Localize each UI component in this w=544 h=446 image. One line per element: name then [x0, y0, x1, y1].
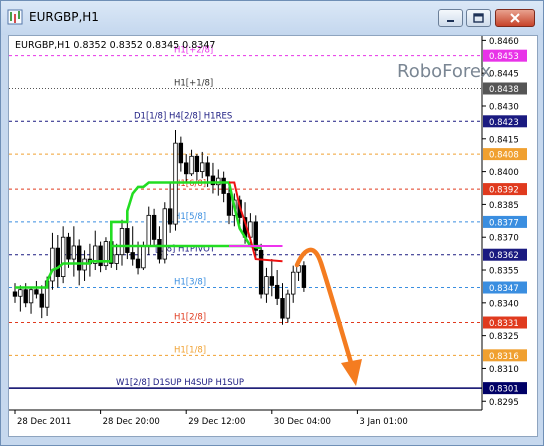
candle-body	[183, 162, 189, 175]
candle-body	[194, 155, 200, 173]
candle-body	[66, 236, 71, 260]
candle-body	[130, 252, 135, 260]
chart-app-icon	[7, 9, 23, 25]
candle-body	[18, 289, 23, 297]
level-label: D1[1/8] H4[2/8] H1RES	[134, 111, 232, 121]
candle-body	[39, 293, 44, 308]
price-tick-label: 0.8385	[489, 201, 519, 211]
candle-body	[264, 276, 269, 295]
candle-body	[71, 245, 77, 260]
candle-body	[77, 245, 82, 271]
restore-button[interactable]	[466, 9, 491, 27]
candle-body	[205, 162, 210, 177]
price-level-value: 0.8408	[489, 151, 519, 161]
candle-body	[301, 265, 307, 288]
candle-body	[258, 249, 264, 295]
candle-body	[50, 247, 55, 282]
price-level-value: 0.8301	[489, 385, 519, 395]
candle-body	[125, 228, 130, 253]
price-tick-label: 0.8445	[489, 70, 519, 80]
candle-body	[114, 254, 119, 264]
price-level-value: 0.8423	[489, 118, 519, 128]
window-title: EURGBP,H1	[29, 10, 99, 24]
candle-body	[60, 236, 66, 277]
level-label: H1[1/8]	[174, 345, 206, 355]
price-tick-label: 0.8415	[489, 135, 519, 145]
price-level-value: 0.8453	[489, 52, 519, 62]
candle-body	[151, 214, 157, 240]
price-tick-label: 0.8460	[489, 37, 519, 47]
level-label: H1[3/8]	[174, 278, 206, 288]
price-tick-label: 0.8430	[489, 102, 519, 112]
candle-body	[221, 177, 226, 194]
candle-body	[167, 208, 173, 225]
time-tick-label: 30 Dec 04:00	[274, 417, 331, 427]
title-bar[interactable]: EURGBP,H1	[1, 1, 543, 35]
time-tick-label: 28 Dec 2011	[17, 417, 71, 427]
candle-body	[189, 155, 194, 175]
candle-body	[98, 245, 103, 267]
candle-body	[119, 228, 125, 256]
watermark: RoboForex	[397, 61, 492, 82]
price-level-value: 0.8316	[489, 352, 519, 362]
candle-body	[141, 245, 146, 269]
price-tick-label: 0.8325	[489, 332, 519, 342]
close-button[interactable]	[495, 9, 535, 27]
close-icon	[510, 13, 520, 23]
candle-body	[12, 291, 18, 297]
forecast-arrow	[294, 247, 362, 386]
level-label: W1[2/8] D1SUP H4SUP H1SUP	[116, 378, 244, 388]
chart-plot-area[interactable]: 0.8453 H1[+2/8] 0.8438 H1[+1/8] 0.8423 D1[1/8…	[8, 35, 538, 437]
candle-body	[178, 142, 184, 164]
candle-body	[280, 298, 285, 319]
candle-body	[226, 193, 232, 216]
candle-body	[135, 258, 141, 269]
time-tick-label: 29 Dec 12:00	[188, 417, 245, 427]
minimize-button[interactable]	[438, 9, 463, 27]
candle-body	[274, 284, 280, 299]
price-level-value: 0.8392	[489, 186, 519, 196]
price-tick-label: 0.8355	[489, 267, 519, 277]
candle-body	[162, 208, 167, 260]
level-label: H1[+1/8]	[174, 78, 213, 88]
chart-header: EURGBP,H1 0.8352 0.8352 0.8345 0.8347	[15, 40, 215, 51]
candle-body	[146, 214, 151, 247]
time-tick-label: 28 Dec 20:00	[103, 417, 160, 427]
candle-body	[55, 247, 60, 277]
minimize-icon	[447, 20, 454, 22]
price-level-value: 0.8377	[489, 218, 519, 228]
candle-body	[28, 289, 34, 304]
candle-body	[23, 289, 28, 304]
price-level-value: 0.8438	[489, 85, 519, 95]
candle-body	[200, 162, 205, 173]
price-tick-label: 0.8370	[489, 234, 519, 244]
price-tick-label: 0.8340	[489, 299, 519, 309]
restore-icon	[473, 13, 484, 23]
candlestick-chart: 0.8453H1[+2/8]0.8438H1[+1/8]0.8423D1[1/8…	[9, 36, 527, 427]
price-tick-label: 0.8400	[489, 168, 519, 178]
price-tick-label: 0.8310	[489, 365, 519, 375]
price-level-value: 0.8362	[489, 251, 519, 261]
arrow-head-icon	[341, 359, 362, 386]
candle-body	[157, 239, 162, 260]
candle-body	[34, 289, 39, 295]
time-tick-label: 3 Jan 01:00	[359, 417, 407, 427]
price-level-value: 0.8347	[489, 284, 519, 294]
price-level-value: 0.8331	[489, 319, 519, 329]
level-label: H1[6/8]	[174, 179, 206, 189]
candle-body	[290, 271, 296, 295]
level-label: H1[5/8]	[174, 212, 206, 222]
chart-window: EURGBP,H1 0.8453 H1[+2/8] 0.8438 H1[+1/8] 0.…	[0, 0, 544, 446]
candle-body	[285, 293, 291, 319]
level-label: H1[2/8]	[174, 313, 206, 323]
candle-body	[269, 276, 274, 286]
price-tick-label: 0.8295	[489, 398, 519, 408]
